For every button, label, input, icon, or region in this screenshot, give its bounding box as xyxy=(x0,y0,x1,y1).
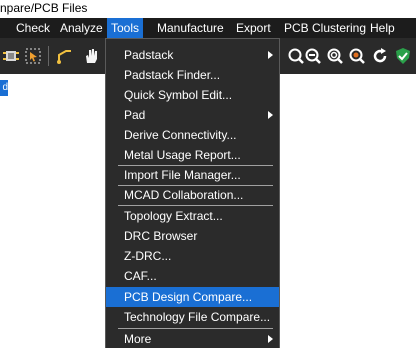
select-icon[interactable] xyxy=(24,47,42,65)
menu-item-drc-browser[interactable]: DRC Browser xyxy=(106,226,279,246)
menu-check[interactable]: Check xyxy=(12,18,54,38)
menu-help[interactable]: Help xyxy=(366,18,399,38)
menu-item-derive-connectivity[interactable]: Derive Connectivity... xyxy=(106,125,279,145)
zoom-in-icon[interactable] xyxy=(287,47,305,65)
zoom-out-icon[interactable] xyxy=(304,47,322,65)
menu-item-pad[interactable]: Pad xyxy=(106,105,279,125)
menu-item-metal-usage-report[interactable]: Metal Usage Report... xyxy=(106,145,279,165)
menu-item-label: More xyxy=(124,332,152,346)
zoom-point-icon[interactable] xyxy=(348,47,366,65)
menu-analyze[interactable]: Analyze xyxy=(56,18,107,38)
chip-icon[interactable] xyxy=(2,47,20,65)
window-title: npare/PCB Files xyxy=(0,0,416,18)
menu-item-mcad-collaboration[interactable]: MCAD Collaboration... xyxy=(106,185,279,205)
refresh-icon[interactable] xyxy=(371,47,389,65)
menu-item-more[interactable]: More xyxy=(106,329,279,349)
menu-pcb-clustering[interactable]: PCB Clustering xyxy=(280,18,370,38)
menu-item-topology-extract[interactable]: Topology Extract... xyxy=(106,206,279,226)
menu-item-z-drc[interactable]: Z-DRC... xyxy=(106,246,279,266)
route-icon[interactable] xyxy=(56,47,74,65)
hand-icon[interactable] xyxy=(82,47,100,65)
menu-item-padstack[interactable]: Padstack xyxy=(106,45,279,65)
menu-item-pcb-design-compare[interactable]: PCB Design Compare... xyxy=(106,287,279,307)
menu-item-label: Padstack xyxy=(124,48,174,62)
menu-item-technology-file-compare[interactable]: Technology File Compare... xyxy=(106,307,279,327)
menu-export[interactable]: Export xyxy=(232,18,275,38)
left-panel-button[interactable]: d xyxy=(0,80,8,96)
submenu-arrow-icon xyxy=(268,335,273,343)
shield-icon[interactable] xyxy=(394,47,412,65)
zoom-fit-icon[interactable] xyxy=(326,47,344,65)
menu-bar: Check Analyze Tools Manufacture Export P… xyxy=(0,18,416,38)
menu-item-import-file-manager[interactable]: Import File Manager... xyxy=(106,165,279,185)
menu-item-padstack-finder[interactable]: Padstack Finder... xyxy=(106,65,279,85)
tools-menu: Padstack Padstack Finder... Quick Symbol… xyxy=(105,38,280,348)
menu-tools[interactable]: Tools xyxy=(107,18,144,38)
toolbar-separator xyxy=(48,46,49,66)
menu-item-quick-symbol-edit[interactable]: Quick Symbol Edit... xyxy=(106,85,279,105)
submenu-arrow-icon xyxy=(268,51,273,59)
submenu-arrow-icon xyxy=(268,111,273,119)
menu-manufacture[interactable]: Manufacture xyxy=(153,18,228,38)
menu-item-label: Pad xyxy=(124,108,146,122)
menu-item-caf[interactable]: CAF... xyxy=(106,266,279,286)
